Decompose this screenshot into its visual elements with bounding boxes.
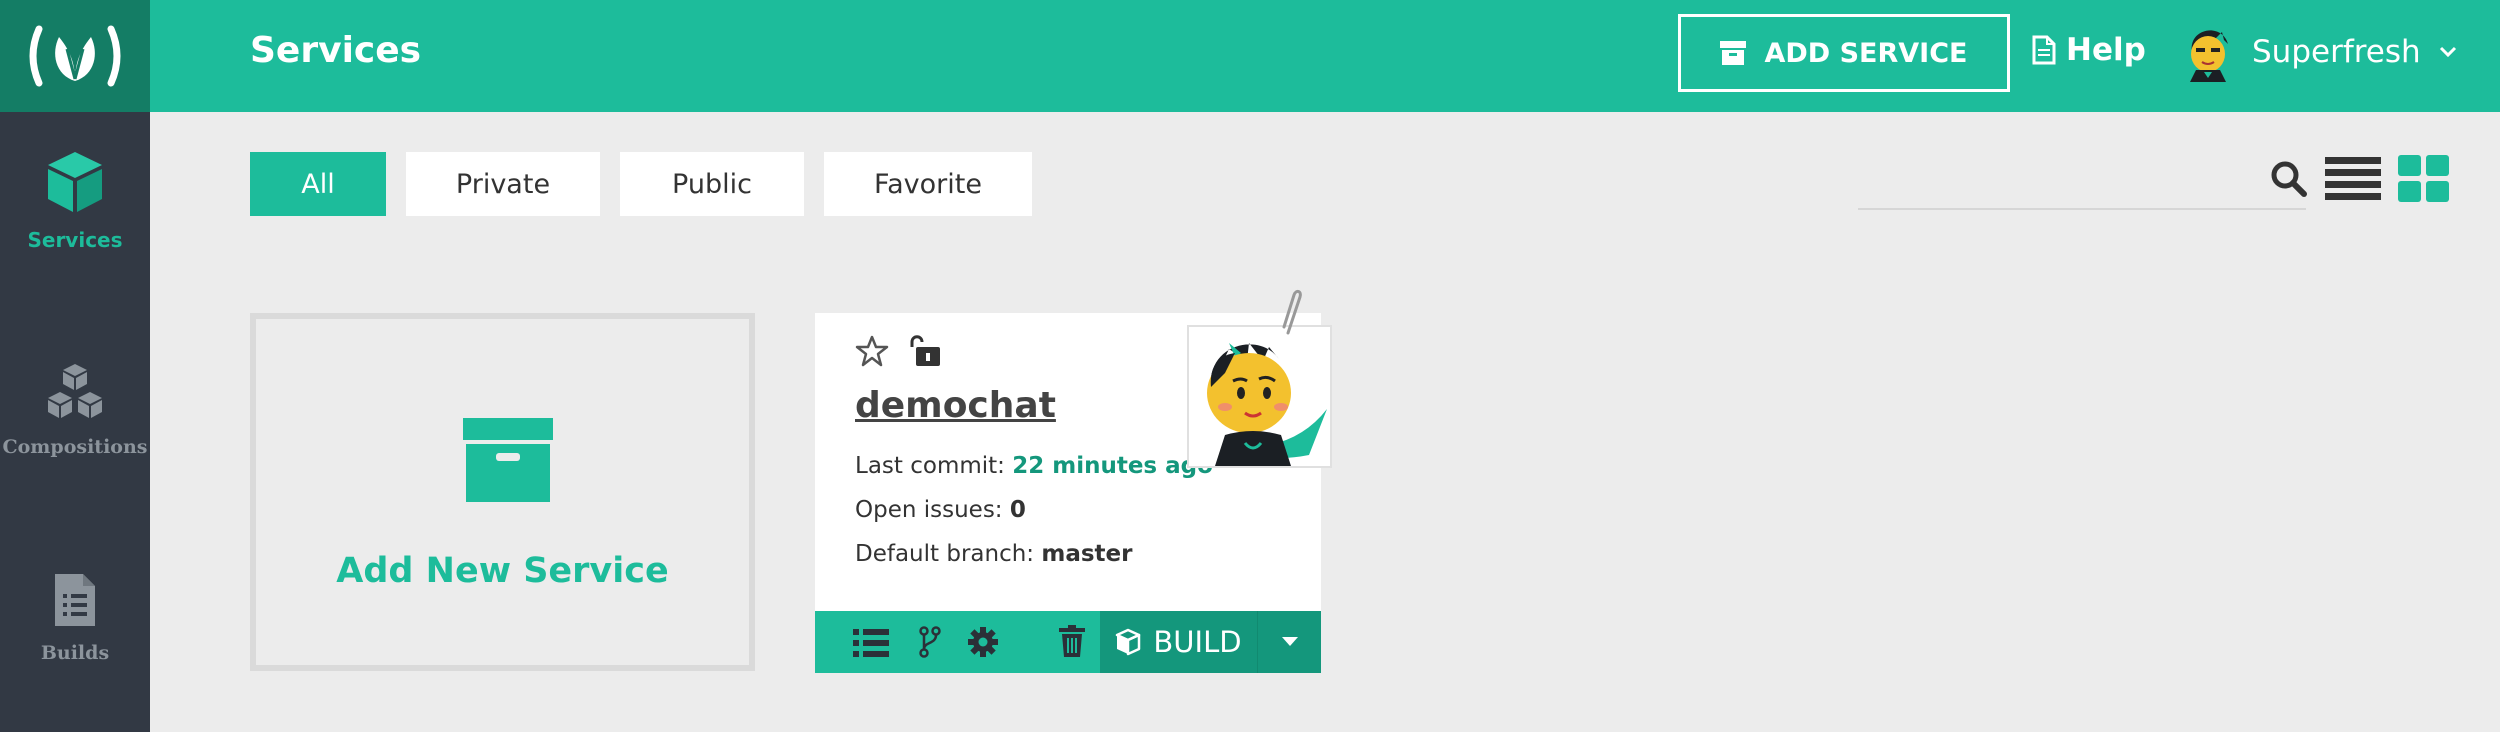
open-issues: Open issues: 0 xyxy=(855,497,1026,523)
avatar xyxy=(2190,30,2228,82)
header: Services ADD SERVICE Help Superfresh xyxy=(150,0,2500,112)
search-icon[interactable] xyxy=(2270,160,2308,198)
user-name: Superfresh xyxy=(2252,34,2421,70)
help-link[interactable]: Help xyxy=(2032,32,2146,68)
help-label: Help xyxy=(2066,32,2146,68)
build-dropdown-button[interactable] xyxy=(1257,611,1321,673)
page-title: Services xyxy=(250,30,422,71)
build-label: BUILD xyxy=(1153,625,1242,659)
last-commit: Last commit: 22 minutes ago xyxy=(855,453,1213,479)
default-branch-label: Default branch: xyxy=(855,541,1035,567)
caret-down-icon xyxy=(1281,637,1298,646)
add-service-label: ADD SERVICE xyxy=(1764,37,1968,69)
add-service-button[interactable]: ADD SERVICE xyxy=(1678,14,2010,92)
filter-private[interactable]: Private xyxy=(406,152,600,216)
logo-icon xyxy=(29,25,121,87)
star-icon[interactable] xyxy=(855,335,889,367)
sidebar: Services Compositions Builds xyxy=(0,0,150,732)
filter-all[interactable]: All xyxy=(250,152,386,216)
filter-favorite[interactable]: Favorite xyxy=(824,152,1032,216)
list-icon[interactable] xyxy=(853,629,889,657)
last-commit-value[interactable]: 22 minutes ago xyxy=(1012,453,1213,479)
cube-icon xyxy=(48,152,102,212)
default-branch-value: master xyxy=(1041,541,1133,567)
gear-icon[interactable] xyxy=(967,626,999,658)
document-icon xyxy=(55,574,95,626)
sidebar-item-label: Services xyxy=(27,228,123,252)
add-new-service-card[interactable]: Add New Service xyxy=(250,313,755,671)
open-issues-label: Open issues: xyxy=(855,497,1003,523)
chevron-down-icon xyxy=(2439,46,2456,58)
filter-public[interactable]: Public xyxy=(620,152,804,216)
list-view-icon[interactable] xyxy=(2325,157,2381,201)
sidebar-item-services[interactable]: Services xyxy=(0,150,150,252)
app-logo[interactable] xyxy=(0,0,150,112)
sidebar-item-compositions[interactable]: Compositions xyxy=(0,362,150,458)
open-issues-value: 0 xyxy=(1009,497,1026,523)
grid-view-icon[interactable] xyxy=(2398,155,2450,203)
branch-icon[interactable] xyxy=(919,626,941,658)
cube-icon xyxy=(1116,628,1141,656)
archive-icon xyxy=(1720,41,1747,65)
paperclip-icon xyxy=(1282,289,1302,335)
default-branch: Default branch: master xyxy=(855,541,1133,567)
sidebar-item-label: Builds xyxy=(40,642,110,664)
last-commit-label: Last commit: xyxy=(855,453,1005,479)
sidebar-item-builds[interactable]: Builds xyxy=(0,572,150,664)
cubes-icon xyxy=(48,364,102,418)
user-menu[interactable]: Superfresh xyxy=(2182,22,2457,82)
trash-icon[interactable] xyxy=(1059,625,1085,657)
add-new-service-label: Add New Service xyxy=(336,551,669,591)
mascot-avatar xyxy=(1207,343,1327,466)
service-name[interactable]: demochat xyxy=(855,385,1056,426)
sidebar-item-label: Compositions xyxy=(2,436,148,458)
service-avatar xyxy=(1187,325,1332,468)
archive-icon xyxy=(463,418,553,502)
build-button[interactable]: BUILD xyxy=(1100,611,1257,673)
service-toolbar: BUILD xyxy=(815,611,1321,673)
document-icon xyxy=(2032,35,2056,65)
search-input[interactable] xyxy=(1858,208,2306,210)
unlock-icon xyxy=(910,335,940,366)
